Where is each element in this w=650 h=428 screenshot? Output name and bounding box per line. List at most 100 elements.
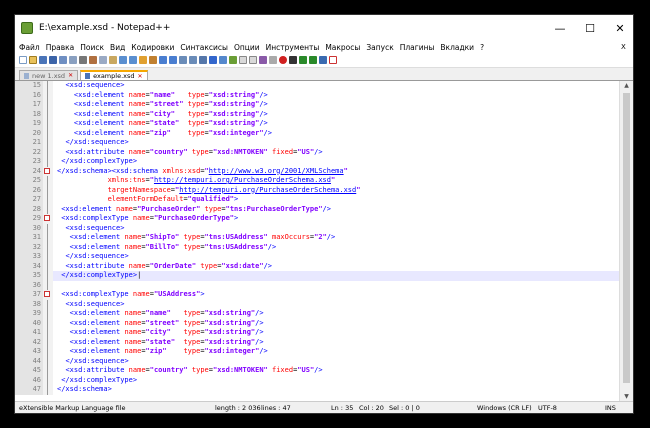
- code-line[interactable]: 27 elementFormDefault="qualified">: [15, 195, 620, 205]
- sync-vertical-icon[interactable]: [179, 56, 187, 64]
- menu-settings[interactable]: Опции: [234, 43, 260, 52]
- maximize-button[interactable]: ☐: [575, 15, 605, 41]
- fold-margin[interactable]: [43, 214, 53, 224]
- scroll-thumb[interactable]: [623, 93, 630, 383]
- fold-margin[interactable]: [43, 223, 53, 233]
- tab-example[interactable]: example.xsd ✕: [80, 70, 148, 80]
- fold-margin[interactable]: [43, 166, 53, 176]
- menu-close-doc-button[interactable]: X: [621, 43, 626, 51]
- fold-margin[interactable]: [43, 328, 53, 338]
- open-file-icon[interactable]: [29, 56, 37, 64]
- scroll-up-icon[interactable]: ▲: [620, 81, 633, 91]
- save-macro-icon[interactable]: [319, 56, 327, 64]
- fold-margin[interactable]: [43, 366, 53, 376]
- minimize-button[interactable]: —: [545, 15, 575, 41]
- lang-icon[interactable]: [229, 56, 237, 64]
- menu-tools[interactable]: Инструменты: [266, 43, 320, 52]
- replace-icon[interactable]: [149, 56, 157, 64]
- indent-guide-icon[interactable]: [219, 56, 227, 64]
- fold-margin[interactable]: [43, 347, 53, 357]
- close-file-icon[interactable]: [59, 56, 67, 64]
- code-line[interactable]: 24 </xsd:schema><xsd:schema xmlns:xsd="ht…: [15, 166, 620, 176]
- vertical-scrollbar[interactable]: ▲ ▼: [619, 81, 633, 402]
- tab-close-icon[interactable]: ✕: [68, 72, 73, 79]
- fold-margin[interactable]: [43, 185, 53, 195]
- menu-encoding[interactable]: Кодировки: [131, 43, 174, 52]
- fold-margin[interactable]: [43, 385, 53, 395]
- fold-margin[interactable]: [43, 138, 53, 148]
- fold-margin[interactable]: [43, 195, 53, 205]
- tab-new1[interactable]: new 1.xsd ✕: [19, 70, 79, 80]
- code-line[interactable]: 22 <xsd:attribute name="country" type="x…: [15, 147, 620, 157]
- fold-toggle-icon[interactable]: [44, 215, 50, 221]
- function-list-icon[interactable]: [249, 56, 257, 64]
- paste-icon[interactable]: [109, 56, 117, 64]
- fold-margin[interactable]: [43, 100, 53, 110]
- fold-toggle-icon[interactable]: [44, 291, 50, 297]
- code-line[interactable]: 23 </xsd:complexType>: [15, 157, 620, 167]
- menu-file[interactable]: Файл: [19, 43, 40, 52]
- code-line[interactable]: 34 <xsd:attribute name="OrderDate" type=…: [15, 261, 620, 271]
- code-line[interactable]: 38 <xsd:sequence>: [15, 299, 620, 309]
- menu-edit[interactable]: Правка: [46, 43, 75, 52]
- fold-margin[interactable]: [43, 261, 53, 271]
- code-line[interactable]: 31 <xsd:element name="ShipTo" type="tns:…: [15, 233, 620, 243]
- code-line[interactable]: 44 </xsd:sequence>: [15, 356, 620, 366]
- code-line[interactable]: 42 <xsd:element name="state" type="xsd:s…: [15, 337, 620, 347]
- cut-icon[interactable]: [89, 56, 97, 64]
- stop-macro-icon[interactable]: [289, 56, 297, 64]
- fold-margin[interactable]: [43, 147, 53, 157]
- tab-close-icon[interactable]: ✕: [138, 73, 143, 80]
- close-all-icon[interactable]: [69, 56, 77, 64]
- fold-margin[interactable]: [43, 318, 53, 328]
- undo-icon[interactable]: [119, 56, 127, 64]
- fold-margin[interactable]: [43, 337, 53, 347]
- fold-margin[interactable]: [43, 109, 53, 119]
- code-line[interactable]: 21 </xsd:sequence>: [15, 138, 620, 148]
- save-all-icon[interactable]: [49, 56, 57, 64]
- code-line[interactable]: 18 <xsd:element name="city" type="xsd:st…: [15, 109, 620, 119]
- show-all-chars-icon[interactable]: [209, 56, 217, 64]
- menu-plugins[interactable]: Плагины: [400, 43, 435, 52]
- fold-margin[interactable]: [43, 81, 53, 91]
- code-line[interactable]: 33 </xsd:sequence>: [15, 252, 620, 262]
- sync-horizontal-icon[interactable]: [189, 56, 197, 64]
- fold-margin[interactable]: [43, 233, 53, 243]
- record-macro-icon[interactable]: [279, 56, 287, 64]
- folder-workspace-icon[interactable]: [259, 56, 267, 64]
- doc-map-icon[interactable]: [239, 56, 247, 64]
- code-line[interactable]: 43 <xsd:element name="zip" type="xsd:int…: [15, 347, 620, 357]
- fold-margin[interactable]: [43, 271, 53, 281]
- code-line[interactable]: 47 </xsd:schema>: [15, 385, 620, 395]
- code-line[interactable]: 26 targetNamespace="http://tempuri.org/P…: [15, 185, 620, 195]
- menu-run[interactable]: Запуск: [366, 43, 393, 52]
- code-line[interactable]: 30 <xsd:sequence>: [15, 223, 620, 233]
- menu-language[interactable]: Синтаксисы: [180, 43, 228, 52]
- menu-view[interactable]: Вид: [110, 43, 125, 52]
- code-line[interactable]: 45 <xsd:attribute name="country" type="x…: [15, 366, 620, 376]
- menu-search[interactable]: Поиск: [80, 43, 104, 52]
- save-icon[interactable]: [39, 56, 47, 64]
- fold-margin[interactable]: [43, 309, 53, 319]
- copy-icon[interactable]: [99, 56, 107, 64]
- fold-margin[interactable]: [43, 119, 53, 129]
- code-line[interactable]: 37 <xsd:complexType name="USAddress">: [15, 290, 620, 300]
- code-line[interactable]: 15 <xsd:sequence>: [15, 81, 620, 91]
- fold-toggle-icon[interactable]: [44, 167, 50, 174]
- code-line[interactable]: 40 <xsd:element name="street" type="xsd:…: [15, 318, 620, 328]
- code-line[interactable]: 39 <xsd:element name="name" type="xsd:st…: [15, 309, 620, 319]
- find-icon[interactable]: [139, 56, 147, 64]
- code-editor[interactable]: 15 <xsd:sequence> 16 <xsd:element name="n…: [15, 81, 620, 402]
- code-line[interactable]: 20 <xsd:element name="zip" type="xsd:int…: [15, 128, 620, 138]
- code-line[interactable]: 28 <xsd:element name="PurchaseOrder" typ…: [15, 204, 620, 214]
- fold-margin[interactable]: [43, 90, 53, 100]
- run-macro-multiple-icon[interactable]: [309, 56, 317, 64]
- fold-margin[interactable]: [43, 280, 53, 290]
- menu-window[interactable]: Вкладки: [440, 43, 474, 52]
- zoom-in-icon[interactable]: [159, 56, 167, 64]
- fold-margin[interactable]: [43, 128, 53, 138]
- fold-margin[interactable]: [43, 176, 53, 186]
- close-button[interactable]: ✕: [605, 15, 635, 41]
- fold-margin[interactable]: [43, 252, 53, 262]
- menu-macro[interactable]: Макросы: [325, 43, 360, 52]
